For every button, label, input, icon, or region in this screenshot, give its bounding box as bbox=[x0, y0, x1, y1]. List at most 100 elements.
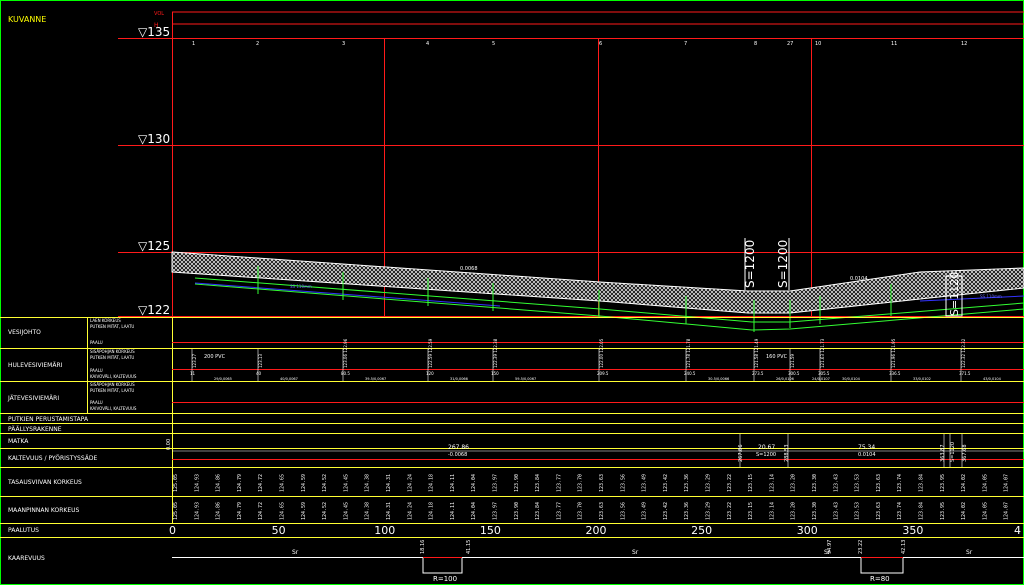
matka-value: 267.86 bbox=[738, 445, 744, 463]
elevation-value: 123.77 bbox=[556, 474, 562, 492]
hulevesi-paalu: 300.5 bbox=[788, 371, 800, 376]
hulevesi-level: 123.27 bbox=[192, 354, 197, 368]
elevation-value: 124.02 bbox=[961, 474, 967, 492]
elevation-value: 123.29 bbox=[706, 474, 712, 492]
row-label-paalutus: PAALUTUS bbox=[8, 527, 39, 534]
paalutus-tick: 150 bbox=[480, 524, 501, 537]
elevation-value: 123.36 bbox=[684, 502, 690, 520]
hulevesi-span: 26/0,0106 bbox=[776, 377, 794, 381]
elevation-value: 123.56 bbox=[620, 502, 626, 520]
elevation-value: 124.11 bbox=[450, 502, 456, 520]
elevation-value: 124.04 bbox=[471, 502, 477, 520]
elevation-value: 123.20 bbox=[791, 502, 797, 520]
elevation-value: 124.93 bbox=[194, 474, 200, 492]
elevation-value: 124.24 bbox=[407, 474, 413, 492]
elevation-value: 123.15 bbox=[748, 474, 754, 492]
point-number: 7 bbox=[684, 41, 687, 47]
elevation-value: 123.14 bbox=[769, 474, 775, 492]
curve-end: 41.15 bbox=[466, 540, 472, 554]
elevation-value: 123.70 bbox=[578, 474, 584, 492]
matka-slope: -0.0068 bbox=[448, 452, 467, 458]
hulevesi-level: 121.78 121.78 bbox=[686, 338, 691, 368]
elevation-value: 123.74 bbox=[897, 474, 903, 492]
elevation-value: 124.52 bbox=[322, 474, 328, 492]
row-label-vesijohto: VESIJOHTO bbox=[8, 329, 41, 336]
curve-end: 42.13 bbox=[901, 540, 907, 554]
elevation-value: 124.45 bbox=[343, 474, 349, 492]
matka-value: 363.87 bbox=[940, 445, 946, 463]
curve-start: 23.22 bbox=[858, 540, 864, 554]
elevation-value: 123.97 bbox=[493, 474, 499, 492]
elevation-value: 124.31 bbox=[386, 502, 392, 520]
elevation-value: 124.18 bbox=[429, 474, 435, 492]
elevation-value: 123.20 bbox=[791, 474, 797, 492]
curve-radius: R=100 bbox=[433, 575, 457, 583]
kaarevuus-straight: Sr bbox=[292, 549, 299, 556]
elevation-value: 123.56 bbox=[620, 474, 626, 492]
matka-values: 0.00 267.86-0.0068 267.86 20.67S=1200 288.53… bbox=[166, 434, 1024, 467]
elevation-value: 123.63 bbox=[599, 474, 605, 492]
elevation-value: 123.14 bbox=[769, 502, 775, 520]
hulevesi-pipe: 200 PVC bbox=[204, 354, 226, 360]
elevation-value: 124.18 bbox=[429, 502, 435, 520]
elevation-value: 123.90 bbox=[514, 474, 520, 492]
elevation-value: 123.22 bbox=[727, 502, 733, 520]
pipe-label-1: SS 110mm bbox=[290, 284, 312, 289]
elevation-value: 124.31 bbox=[386, 474, 392, 492]
point-number: 10 bbox=[815, 41, 821, 47]
elevation-value: 124.05 bbox=[982, 474, 988, 492]
elevation-value: 124.79 bbox=[237, 502, 243, 520]
profile-drawing: KUVANNE VOL H ▽135 ▽130 ▽125 ▽122 1 2 3 … bbox=[0, 0, 1024, 585]
curve-start: 18.16 bbox=[420, 540, 426, 554]
hulevesi-level: 122.39 122.38 bbox=[493, 338, 498, 368]
paalutus-ticks: 0 50 100 150 200 250 300 350 4 bbox=[169, 524, 1021, 537]
hulevesi-level: 122.00 122.05 bbox=[599, 338, 604, 368]
hulevesi-span: 43/0,0104 bbox=[983, 377, 1002, 381]
matka-value: S=1120 bbox=[950, 442, 956, 462]
elevation-value: 123.53 bbox=[855, 474, 861, 492]
maanpinta-values: 125.05 124.93 124.86 124.79 124.72 124.65 124.… bbox=[173, 502, 1010, 520]
row-sublabel: KAIVOVÄLI, KALTEVUUS bbox=[90, 406, 137, 411]
point-number: 2 bbox=[256, 41, 259, 47]
elevation-value: 123.42 bbox=[663, 502, 669, 520]
paalutus-tick: 50 bbox=[272, 524, 286, 537]
slope-label-1: 0.0068 bbox=[460, 266, 478, 272]
hulevesi-paalu: 150 bbox=[491, 371, 499, 376]
well-label: S=1200 bbox=[743, 240, 757, 288]
matka-value: 0.00 bbox=[166, 439, 172, 450]
table-grid bbox=[0, 317, 1024, 538]
hulevesi-level: 122.59 122.59 bbox=[428, 338, 433, 368]
elevation-value: 124.24 bbox=[407, 502, 413, 520]
paalutus-tick: 300 bbox=[797, 524, 818, 537]
elevation-value: 125.05 bbox=[173, 474, 179, 492]
matka-slope: S=1200 bbox=[756, 452, 776, 458]
elevation-value: 124.72 bbox=[258, 502, 264, 520]
hulevesi-paalu: 80.5 bbox=[341, 371, 350, 376]
curve-radius: R=80 bbox=[870, 575, 890, 583]
point-numbers: 1 2 3 4 5 6 7 8 27 10 11 12 bbox=[192, 41, 967, 47]
elevation-value: 124.72 bbox=[258, 474, 264, 492]
elevation-value: 123.22 bbox=[727, 474, 733, 492]
row-sublabel: PAALU bbox=[90, 368, 103, 373]
elevation-value: 123.70 bbox=[578, 502, 584, 520]
hulevesi-paalu: 40 bbox=[256, 371, 262, 376]
elevation-value: 123.84 bbox=[535, 474, 541, 492]
row-sublabel: SISÄPOHJAN KORKEUS bbox=[90, 382, 135, 387]
elevation-value: 124.93 bbox=[194, 502, 200, 520]
elevation-value: 123.63 bbox=[876, 474, 882, 492]
elevation-value: 124.52 bbox=[322, 502, 328, 520]
hulevesi-span: 29/0,0065 bbox=[214, 377, 232, 381]
row-sublabel: PAALU bbox=[90, 400, 103, 405]
matka-slope: 0.0104 bbox=[858, 452, 876, 458]
elevation-value: 123.49 bbox=[642, 502, 648, 520]
hulevesi-level: 121.63 121.73 bbox=[820, 338, 825, 368]
tasaus-values: 125.05 124.93 124.86 124.79 124.72 124.65 124.… bbox=[173, 474, 1010, 492]
elevation-value: 124.65 bbox=[280, 502, 286, 520]
point-number: 11 bbox=[891, 41, 897, 47]
well-label: S=1120 bbox=[948, 272, 961, 316]
elevation-value: 124.05 bbox=[982, 502, 988, 520]
curve-mark: 94.97 bbox=[827, 540, 833, 554]
elevation-value: 124.07 bbox=[1004, 502, 1010, 520]
elevation-value: 124.86 bbox=[216, 474, 222, 492]
elevation-value: 124.86 bbox=[216, 502, 222, 520]
